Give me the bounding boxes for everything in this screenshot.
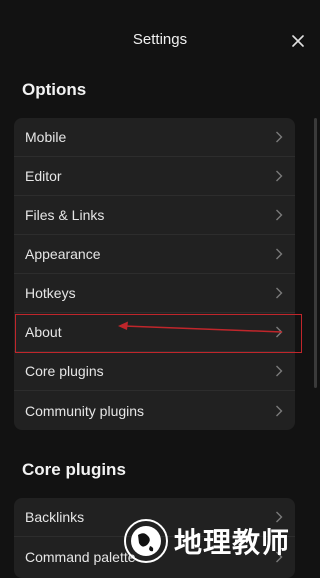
settings-item-appearance[interactable]: Appearance (14, 235, 295, 274)
settings-item-mobile[interactable]: Mobile (14, 118, 295, 157)
plugin-item-label: Backlinks (25, 509, 85, 525)
settings-item-label: Mobile (25, 129, 67, 145)
plugin-item-label: Command palette (25, 548, 136, 565)
chevron-right-icon (276, 209, 283, 221)
section-title-core-plugins: Core plugins (22, 460, 126, 479)
settings-item-label: Core plugins (25, 363, 104, 379)
chevron-right-icon (276, 365, 283, 377)
close-icon (292, 35, 304, 47)
section-title-options: Options (22, 80, 87, 99)
chevron-right-icon (276, 248, 283, 260)
settings-item-editor[interactable]: Editor (14, 157, 295, 196)
watermark: 地理教师 (120, 516, 320, 566)
settings-item-community-plugins[interactable]: Community plugins (14, 391, 295, 430)
settings-item-label: Community plugins (25, 402, 145, 419)
options-list: Mobile Editor Files & Links Appearance H… (14, 118, 295, 430)
chevron-right-icon (276, 405, 283, 416)
settings-item-label: Files & Links (25, 207, 105, 223)
settings-item-label: Hotkeys (25, 285, 76, 301)
settings-item-files-links[interactable]: Files & Links (14, 196, 295, 235)
chevron-right-icon (276, 287, 283, 299)
page-title: Settings (132, 31, 188, 48)
globe-logo-icon (124, 519, 168, 563)
settings-item-label: About (25, 324, 62, 340)
chevron-right-icon (276, 170, 283, 182)
settings-header: Settings (0, 0, 320, 82)
settings-item-label: Editor (25, 168, 62, 184)
settings-item-core-plugins[interactable]: Core plugins (14, 352, 295, 391)
settings-item-label: Appearance (25, 246, 101, 262)
close-button[interactable] (287, 30, 309, 52)
scrollbar[interactable] (314, 118, 317, 388)
watermark-text: 地理教师 (174, 526, 291, 559)
settings-item-about[interactable]: About (14, 313, 295, 352)
chevron-right-icon (276, 131, 283, 143)
chevron-right-icon (276, 326, 283, 338)
settings-item-hotkeys[interactable]: Hotkeys (14, 274, 295, 313)
